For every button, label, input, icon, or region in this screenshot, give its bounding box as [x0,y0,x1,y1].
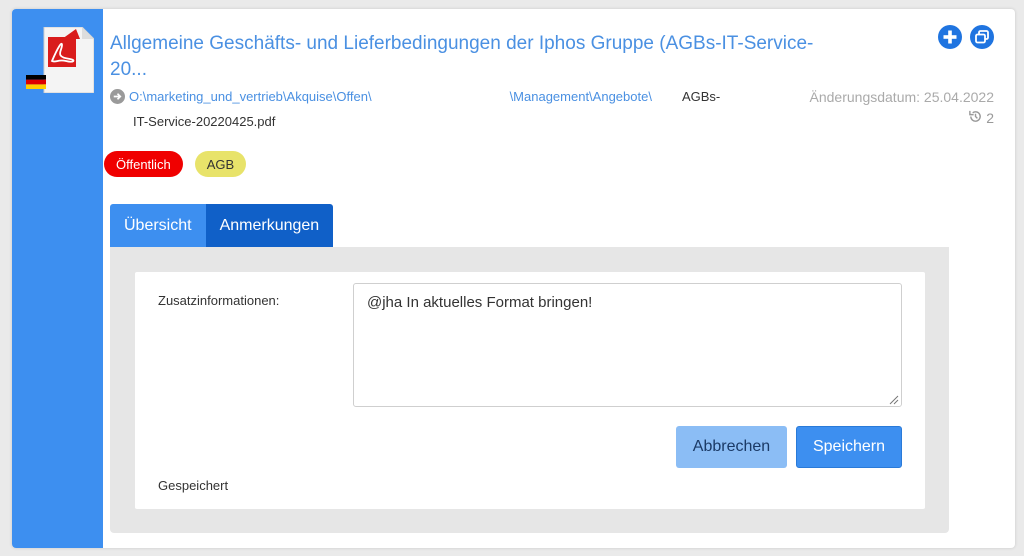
file-path[interactable]: O:\marketing_und_vertrieb\Akquise\Offen\… [110,87,780,110]
notes-panel: Zusatzinformationen: @jha In aktuelles F… [110,247,949,533]
revision-history[interactable]: 2 [968,109,994,127]
revision-count: 2 [986,110,994,126]
tag-list: Öffentlich AGB [104,151,247,177]
path-file: AGBs- [681,89,721,104]
notes-textarea[interactable]: @jha In aktuelles Format bringen! [353,283,902,407]
save-button[interactable]: Speichern [796,426,902,468]
path-middle: \Management\Angebote\ [509,89,652,104]
cancel-button[interactable]: Abbrechen [676,426,787,468]
notes-form: Zusatzinformationen: @jha In aktuelles F… [135,272,925,509]
notes-label: Zusatzinformationen: [158,293,280,308]
history-icon [968,109,983,127]
de-flag-icon [26,75,46,89]
tab-notes[interactable]: Anmerkungen [205,204,334,247]
tab-bar: Übersicht Anmerkungen [110,204,334,247]
tag-agb[interactable]: AGB [194,151,247,177]
resize-grip-icon[interactable] [887,392,899,405]
pdf-file-icon[interactable] [26,26,95,94]
change-date: Änderungsdatum: 25.04.2022 [809,89,994,105]
tag-public[interactable]: Öffentlich [104,151,183,177]
save-status: Gespeichert [158,478,229,493]
open-window-icon[interactable] [970,25,994,49]
path-start: O:\marketing_und_vertrieb\Akquise\Offen\ [129,89,372,104]
add-plus-icon[interactable] [938,25,962,49]
tab-overview[interactable]: Übersicht [110,204,206,247]
arrow-right-circle-icon [110,89,125,110]
document-card: Allgemeine Geschäfts- und Lieferbedingun… [12,9,1015,548]
filename: IT-Service-20220425.pdf [133,114,276,129]
document-title[interactable]: Allgemeine Geschäfts- und Lieferbedingun… [110,31,820,83]
